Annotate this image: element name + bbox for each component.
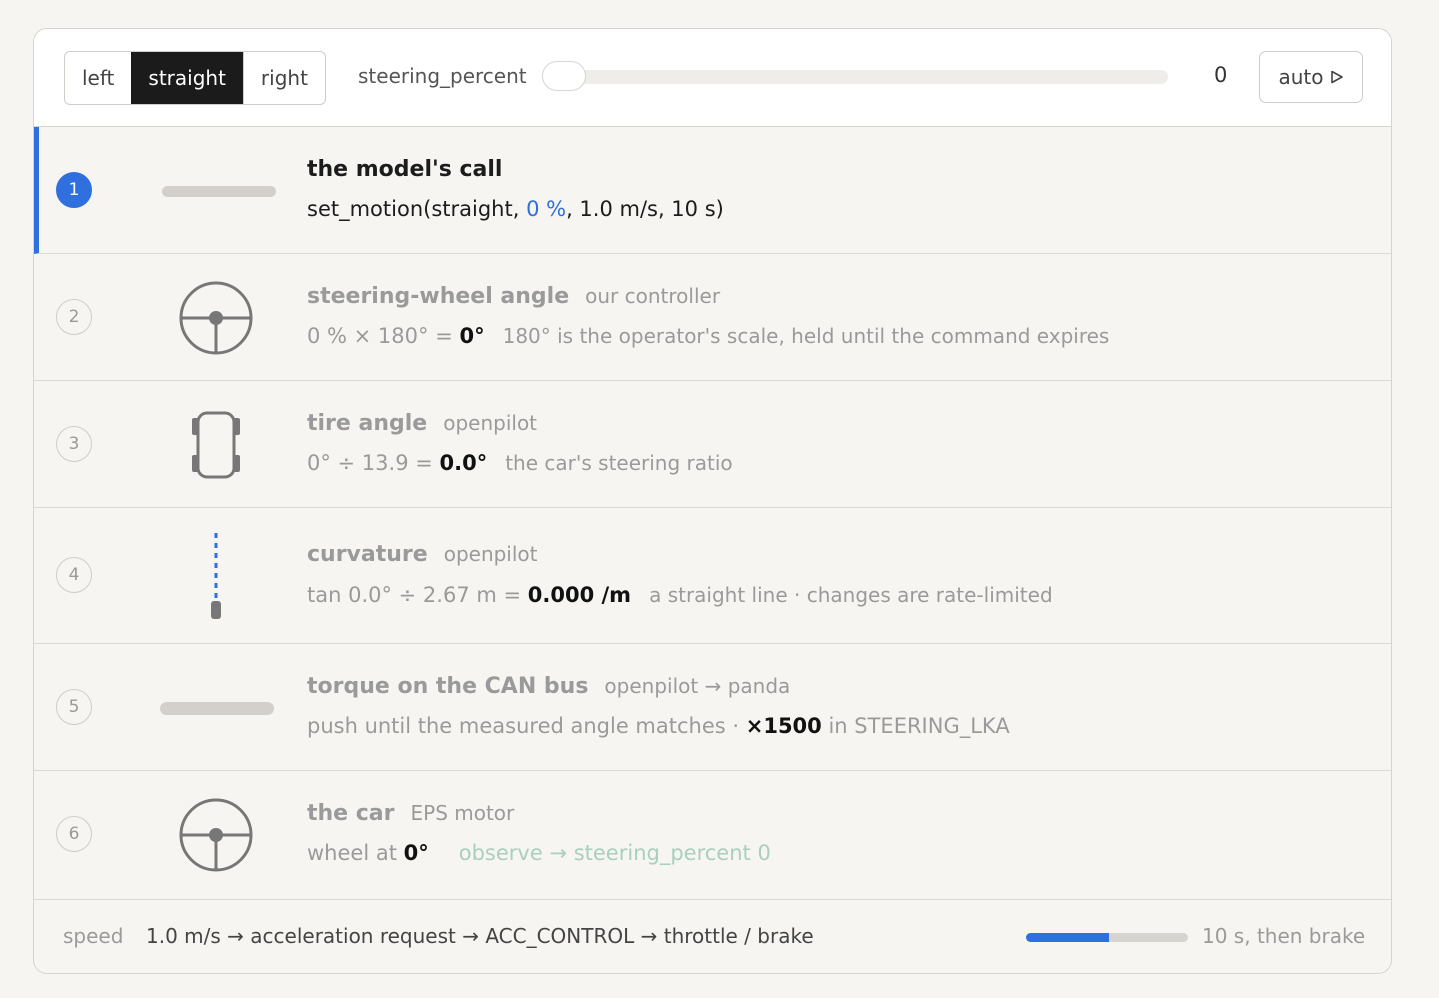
step-number-badge: 2 xyxy=(56,299,92,335)
path-line-icon xyxy=(211,533,221,619)
step-the-car: 6 the car EPS motor wheel at 0° observe → … xyxy=(34,771,1391,900)
step-number-badge: 4 xyxy=(56,557,92,593)
step-model-call: 1 the model's call set_motion(straight, … xyxy=(34,127,1391,254)
pipeline-card: left straight right steering_percent 0 a… xyxy=(33,28,1392,974)
steering-wheel-icon xyxy=(179,281,253,355)
bar-icon xyxy=(160,702,274,715)
steering-wheel-icon xyxy=(179,798,253,872)
step-curvature: 4 curvature openpilot tan 0.0° ÷ 2.67 m =… xyxy=(34,508,1391,644)
speed-label: speed xyxy=(63,924,124,948)
step-title: the model's call xyxy=(307,157,503,182)
step-detail: tan 0.0° ÷ 2.67 m = 0.000 /m a straight l… xyxy=(307,583,1053,607)
auto-button[interactable]: auto xyxy=(1259,51,1363,103)
direction-left-button[interactable]: left xyxy=(65,52,131,104)
step-title: curvature openpilot xyxy=(307,542,538,567)
steering-percent-value: 0 xyxy=(1214,63,1228,87)
toolbar: left straight right steering_percent 0 a… xyxy=(34,29,1391,127)
step-title: steering-wheel angle our controller xyxy=(307,284,721,309)
step-detail: 0° ÷ 13.9 = 0.0° the car's steering ratio xyxy=(307,451,733,475)
step-number-badge: 5 xyxy=(56,689,92,725)
speed-pipeline-text: 1.0 m/s → acceleration request → ACC_CON… xyxy=(146,924,814,948)
step-title: torque on the CAN bus openpilot → panda xyxy=(307,674,791,699)
steering-percent-label: steering_percent xyxy=(358,64,527,88)
step-steering-wheel-angle: 2 steering-wheel angle our controller 0 %… xyxy=(34,254,1391,381)
bar-icon xyxy=(162,186,276,197)
auto-button-label: auto xyxy=(1278,65,1324,89)
step-number-badge: 1 xyxy=(56,172,92,208)
step-can-torque: 5 torque on the CAN bus openpilot → panda… xyxy=(34,644,1391,771)
steering-percent-slider-track[interactable] xyxy=(542,70,1168,84)
step-detail: 0 % × 180° = 0° 180° is the operator's sc… xyxy=(307,324,1110,348)
direction-right-button[interactable]: right xyxy=(242,52,325,104)
step-number-badge: 6 xyxy=(56,816,92,852)
steering-percent-highlight: 0 % xyxy=(526,197,567,221)
play-icon xyxy=(1330,70,1343,84)
duration-text: 10 s, then brake xyxy=(1202,924,1366,948)
direction-segmented-control: left straight right xyxy=(64,51,326,105)
duration-progress-bar xyxy=(1026,933,1188,942)
step-tire-angle: 3 tire angle openpilot 0° ÷ 13.9 = 0.0° th… xyxy=(34,381,1391,508)
step-number-badge: 3 xyxy=(56,426,92,462)
step-detail: push until the measured angle matches · … xyxy=(307,714,1010,738)
step-title: tire angle openpilot xyxy=(307,411,538,436)
step-detail: wheel at 0° observe → steering_percent 0 xyxy=(307,841,771,865)
speed-footer: speed 1.0 m/s → acceleration request → A… xyxy=(34,900,1391,973)
steering-percent-slider-thumb[interactable] xyxy=(542,61,586,91)
step-title: the car EPS motor xyxy=(307,801,515,826)
direction-straight-button[interactable]: straight xyxy=(131,52,243,104)
car-topview-icon xyxy=(192,411,240,479)
duration-progress-fill xyxy=(1026,933,1109,942)
step-detail: set_motion(straight, 0 %, 1.0 m/s, 10 s) xyxy=(307,197,724,221)
observe-link[interactable]: observe → steering_percent 0 xyxy=(459,841,771,865)
